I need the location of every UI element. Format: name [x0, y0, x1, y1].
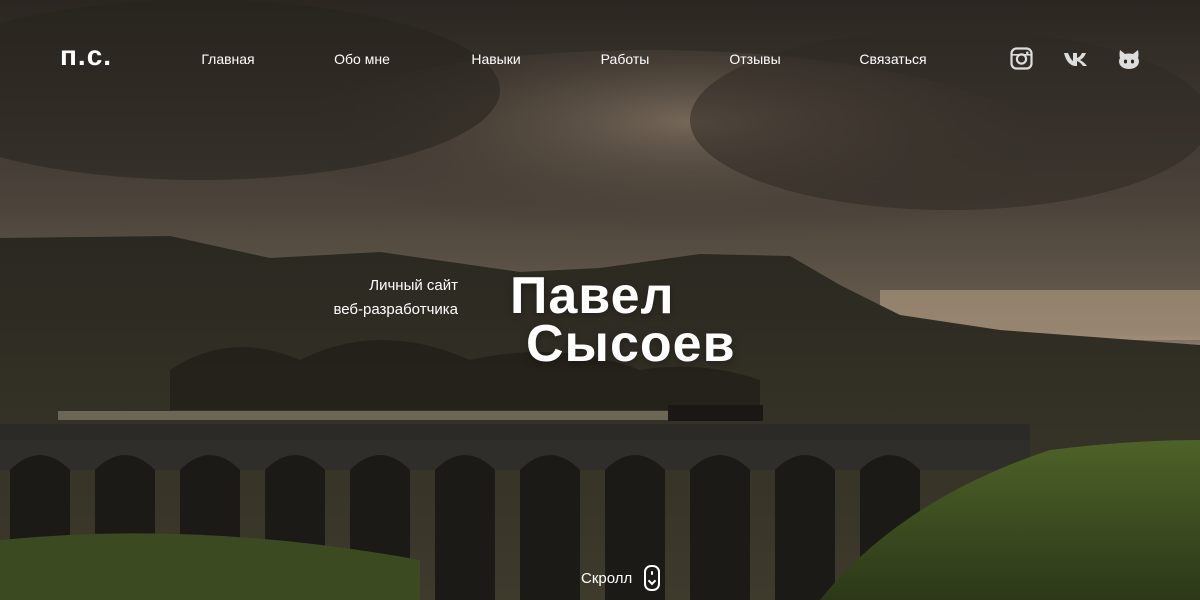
- instagram-icon[interactable]: [1010, 47, 1033, 70]
- vk-icon[interactable]: [1063, 51, 1089, 67]
- nav-item-works[interactable]: Работы: [601, 51, 650, 67]
- nav-item-contact[interactable]: Связаться: [859, 51, 926, 67]
- hero-name: Павел Сысоев: [510, 270, 736, 373]
- github-icon[interactable]: [1117, 48, 1141, 70]
- scroll-button[interactable]: Скролл: [581, 565, 661, 591]
- hero-subtitle: Личный сайт веб-разработчика: [333, 274, 458, 322]
- nav-item-reviews[interactable]: Отзывы: [729, 51, 780, 67]
- name-last: Сысоев: [526, 315, 736, 373]
- mouse-scroll-icon: [644, 565, 661, 591]
- scroll-label: Скролл: [581, 569, 633, 587]
- subtitle-line2: веб-разработчика: [333, 301, 458, 318]
- nav-item-skills[interactable]: Навыки: [471, 51, 520, 67]
- nav-item-about[interactable]: Обо мне: [334, 51, 390, 67]
- nav-item-home[interactable]: Главная: [201, 51, 254, 67]
- subtitle-line1: Личный сайт: [369, 277, 458, 294]
